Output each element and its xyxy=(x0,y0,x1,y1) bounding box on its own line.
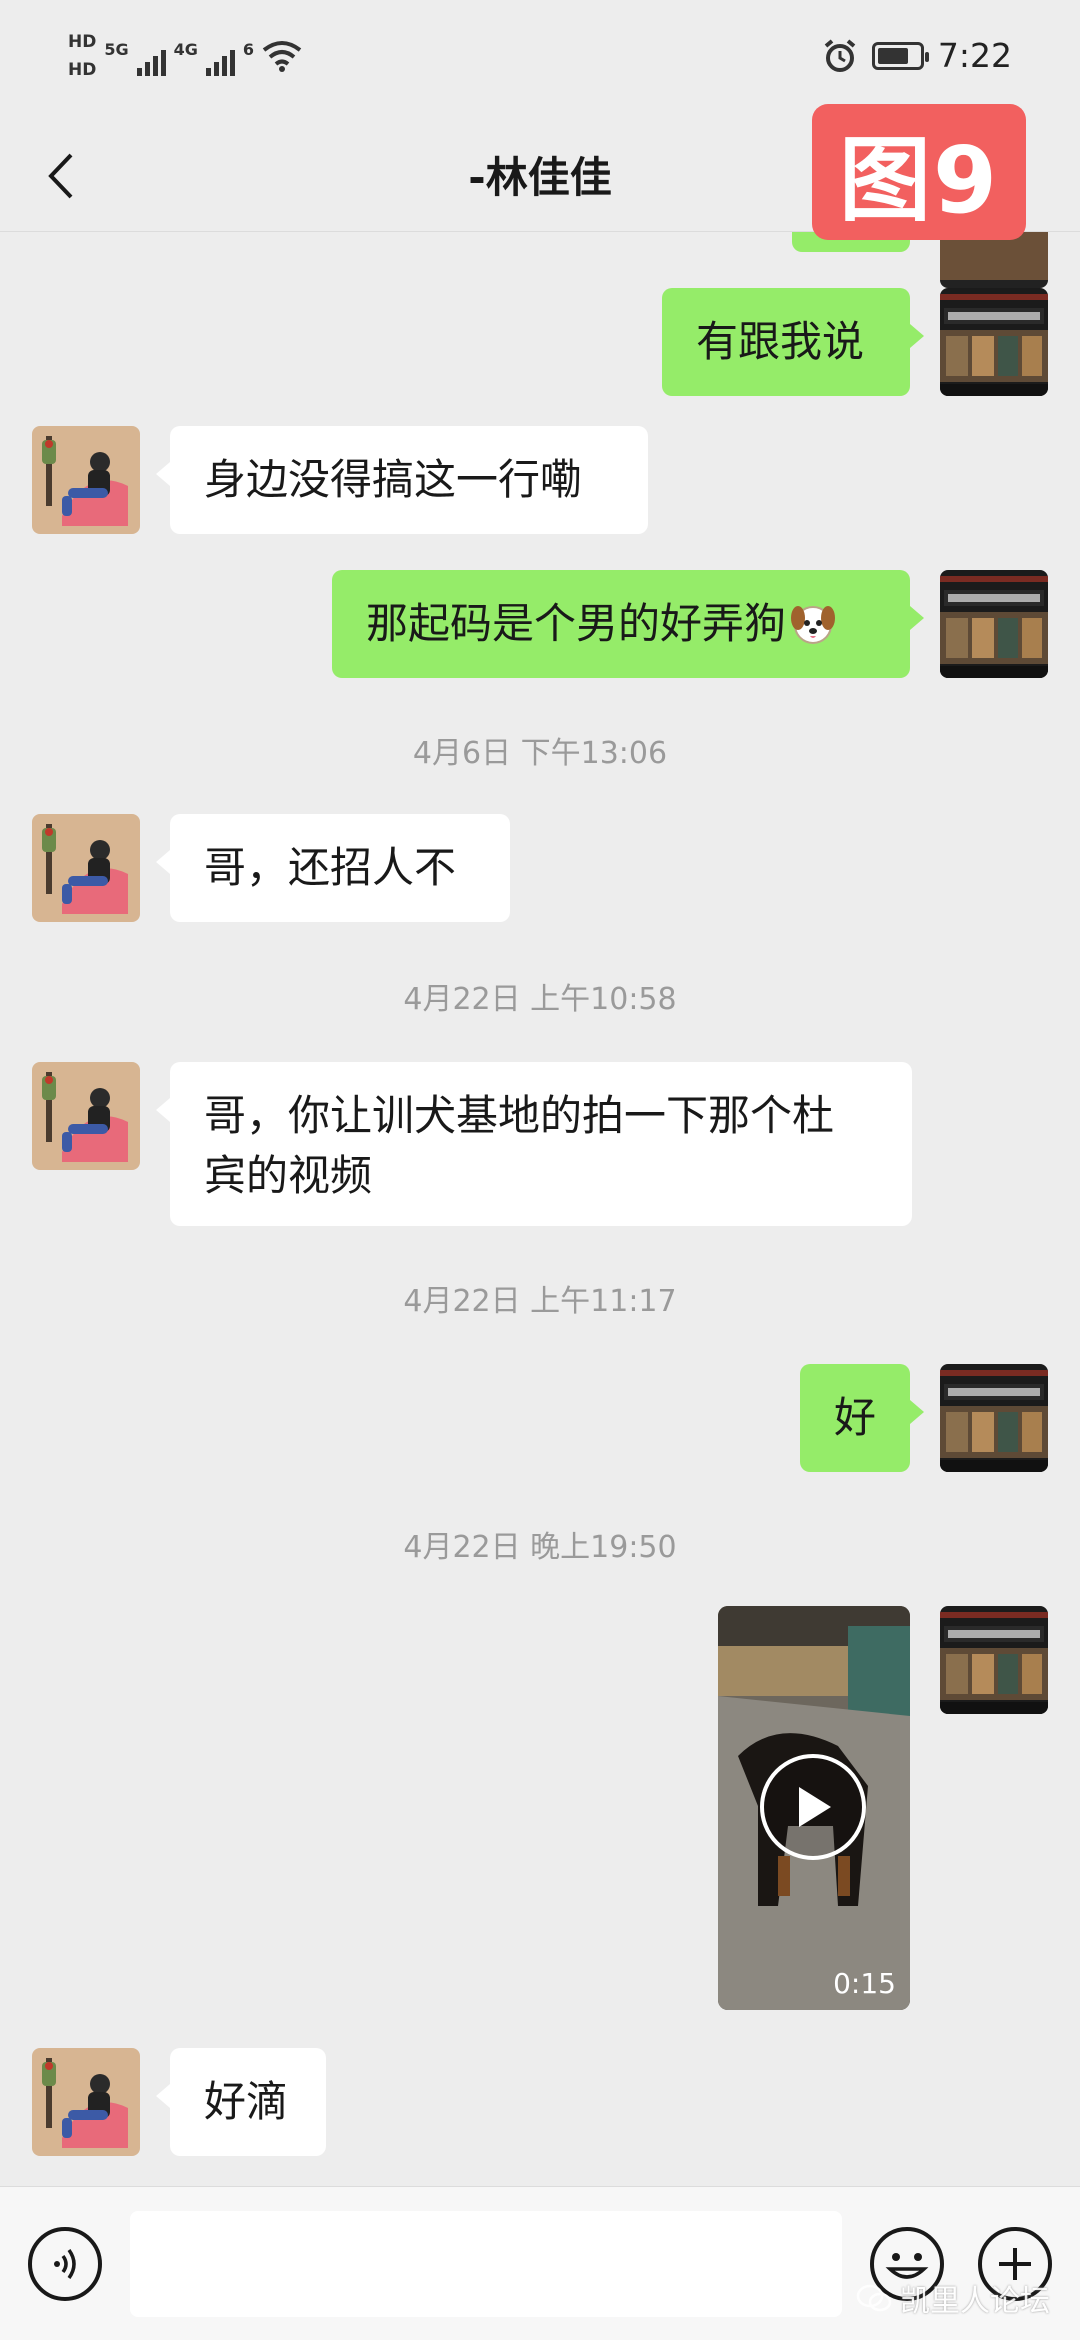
hd2-indicator: HD xyxy=(68,60,97,80)
message-bubble-incoming[interactable]: 身边没得搞这一行嘞 xyxy=(156,426,648,534)
timestamp: 4月6日 下午13:06 xyxy=(412,736,668,771)
voice-button[interactable] xyxy=(28,2227,102,2301)
my-avatar[interactable] xyxy=(940,288,1048,396)
video-duration: 0:15 xyxy=(833,1967,896,2000)
video-message[interactable]: 0:15 xyxy=(718,1606,910,2010)
store-front-avatar-image xyxy=(940,1606,1048,1714)
store-front-avatar-image xyxy=(940,288,1048,396)
my-avatar[interactable] xyxy=(940,1364,1048,1472)
message-bubble-outgoing[interactable]: 好 xyxy=(800,1364,924,1472)
message-list[interactable]: 有跟我说 身边没得搞这一行嘞 那起码是个男的好弄狗 4月6日 下午13:06 哥… xyxy=(0,232,1080,2186)
figure-tag: 图9 xyxy=(812,104,1026,240)
battery-fill xyxy=(877,47,908,64)
store-front-avatar-image xyxy=(940,1364,1048,1472)
alarm-icon xyxy=(824,38,856,72)
message-text-line-2: 宾的视频 xyxy=(204,1151,373,1200)
cartoon-avatar-image xyxy=(32,1062,140,1170)
message-bubble-outgoing[interactable]: 有跟我说 xyxy=(662,288,924,396)
cartoon-avatar-image xyxy=(32,814,140,922)
my-avatar-partial[interactable] xyxy=(940,232,1048,288)
status-time: 7:22 xyxy=(937,36,1012,75)
wifi-label: 6 xyxy=(242,40,255,59)
network-4g-label: 4G xyxy=(173,40,198,59)
message-text: 那起码是个男的好弄狗 xyxy=(366,599,787,648)
message-bubble-incoming[interactable]: 哥，你让训犬基地的拍一下那个杜 宾的视频 xyxy=(156,1062,912,1226)
status-right: 7:22 xyxy=(822,36,1012,75)
message-bubble-incoming[interactable]: 哥，还招人不 xyxy=(156,814,510,922)
contact-avatar[interactable] xyxy=(32,1062,140,1170)
signal-bars-icon-2 xyxy=(205,42,235,76)
play-button[interactable] xyxy=(760,1754,866,1860)
dog-face-emoji-icon xyxy=(791,606,836,644)
watermark: 凯里人论坛 xyxy=(856,2276,1050,2320)
watermark-text: 凯里人论坛 xyxy=(900,2284,1050,2319)
my-avatar[interactable] xyxy=(940,570,1048,678)
message-text-line-1: 哥，你让训犬基地的拍一下那个杜 xyxy=(204,1091,835,1140)
play-icon xyxy=(799,1787,831,1827)
cartoon-avatar-image xyxy=(32,2048,140,2156)
message-input[interactable] xyxy=(130,2211,842,2317)
timestamp: 4月22日 上午11:17 xyxy=(403,1284,677,1319)
my-avatar[interactable] xyxy=(940,1606,1048,1714)
chat-screen: HD HD 5G 4G 6 7:22 -林佳佳 图9 有跟我说 身边没得搞这一行… xyxy=(0,0,1080,2340)
hd1-indicator: HD xyxy=(68,32,97,52)
contact-avatar[interactable] xyxy=(32,2048,140,2156)
status-left: HD HD 5G 4G 6 xyxy=(68,30,302,82)
status-bar: HD HD 5G 4G 6 7:22 xyxy=(0,0,1080,120)
network-5g-label: 5G xyxy=(104,40,129,59)
contact-avatar[interactable] xyxy=(32,814,140,922)
cartoon-avatar-image xyxy=(32,426,140,534)
message-bubble-outgoing[interactable]: 那起码是个男的好弄狗 xyxy=(332,570,924,678)
timestamp: 4月22日 晚上19:50 xyxy=(403,1530,677,1565)
message-bubble-incoming[interactable]: 好滴 xyxy=(156,2048,326,2156)
contact-avatar[interactable] xyxy=(32,426,140,534)
battery-icon xyxy=(871,41,929,70)
wechat-logo-icon xyxy=(856,2284,892,2312)
voice-icon xyxy=(54,2248,76,2280)
store-front-avatar-image xyxy=(940,570,1048,678)
signal-bars-icon xyxy=(136,42,166,76)
timestamp: 4月22日 上午10:58 xyxy=(403,982,677,1017)
wifi-icon xyxy=(262,41,302,72)
hd-indicators: HD HD xyxy=(68,30,96,82)
